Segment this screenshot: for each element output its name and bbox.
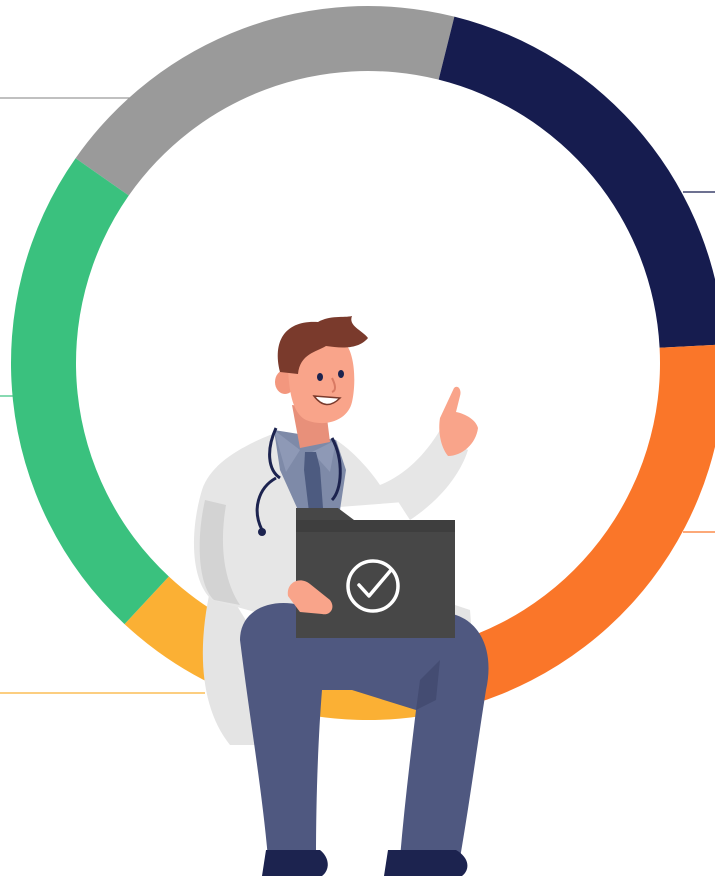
ring-segment-gray (75, 6, 455, 196)
eye-right (338, 370, 344, 378)
ring-segment-navy (438, 16, 715, 348)
doctor-character (193, 316, 489, 876)
doctor-ring-illustration (0, 6, 715, 876)
folder-icon (296, 508, 455, 638)
shoe-right (384, 850, 468, 876)
hand-raised (439, 386, 478, 456)
trousers (240, 603, 489, 858)
eye-left (317, 373, 323, 381)
shoe-left (262, 850, 328, 876)
ring-segment-green (10, 158, 169, 625)
